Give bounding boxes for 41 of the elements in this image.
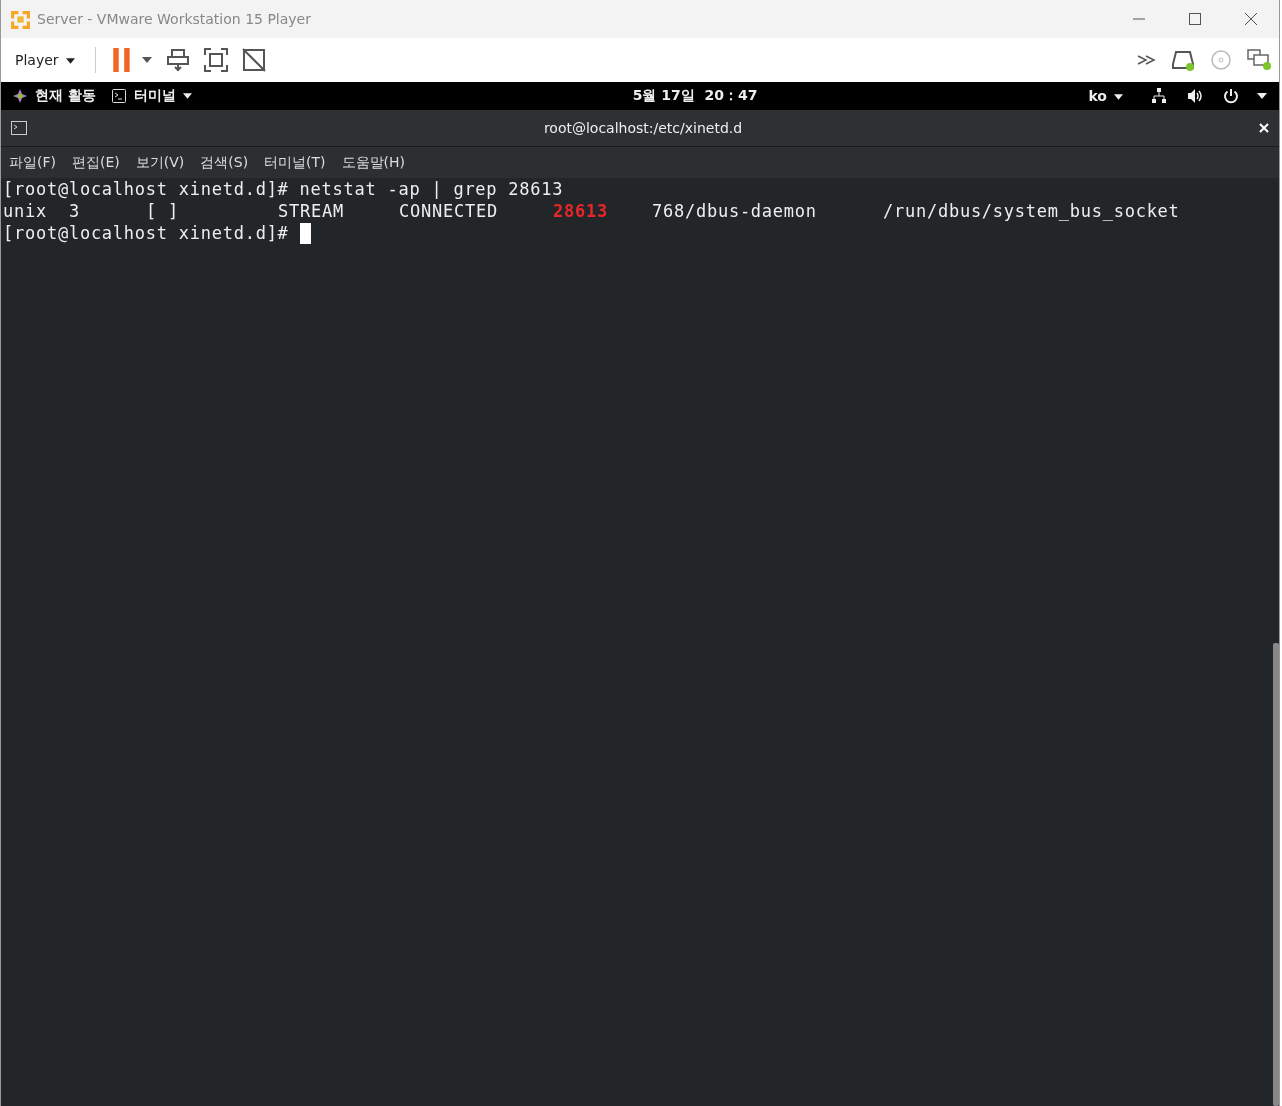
- output-text: 768/dbus-daemon: [652, 200, 818, 222]
- volume-icon[interactable]: [1187, 88, 1203, 104]
- menu-item[interactable]: 편집(E): [72, 153, 120, 172]
- caret-icon[interactable]: [1257, 93, 1267, 99]
- command-text: netstat -ap | grep 28613: [299, 178, 564, 200]
- caret-icon: [65, 58, 75, 64]
- maximize-icon[interactable]: [1189, 13, 1201, 25]
- app-menu[interactable]: 터미널: [133, 87, 192, 105]
- output-text: CONNECTED: [399, 200, 499, 222]
- activities-label[interactable]: 현재 활동: [35, 87, 96, 105]
- power-icon[interactable]: [1223, 88, 1239, 104]
- scrollbar-thumb[interactable]: [1273, 643, 1279, 1106]
- close-icon[interactable]: [1245, 13, 1257, 25]
- prompt: [root@localhost xinetd.d]#: [3, 178, 289, 200]
- clock[interactable]: 5월 17일 20：47: [632, 87, 758, 105]
- player-menu-button[interactable]: Player: [9, 48, 81, 72]
- menu-item[interactable]: 보기(V): [135, 153, 185, 172]
- window-title: Server - VMware Workstation 15 Player: [37, 11, 311, 27]
- terminal-app-icon: [111, 89, 126, 103]
- terminal-title: root@localhost:/etc/xinetd.d: [542, 120, 744, 136]
- output-text: 28613: [553, 200, 609, 222]
- output-text: /run/dbus/system_bus_socket: [883, 200, 1181, 222]
- menu-item[interactable]: 터미널(T): [264, 153, 326, 172]
- output-text: 3: [69, 200, 81, 222]
- activities-logo-icon[interactable]: [13, 89, 27, 103]
- caret-icon: [182, 93, 192, 99]
- network-icon[interactable]: [1151, 88, 1167, 104]
- prompt: [root@localhost xinetd.d]#: [3, 222, 289, 244]
- menu-item[interactable]: 도움말(H): [341, 153, 406, 172]
- fullscreen-icon[interactable]: [203, 48, 228, 72]
- output-text: [ ]: [146, 200, 180, 222]
- app-logo-icon: [10, 8, 31, 30]
- output-text: unix: [3, 200, 48, 222]
- input-method-menu[interactable]: ko: [1088, 88, 1123, 104]
- menu-item[interactable]: 검색(S): [200, 153, 249, 172]
- double-chevron-icon[interactable]: [1137, 53, 1157, 67]
- output-text: STREAM: [278, 200, 345, 222]
- caret-icon: [1114, 94, 1123, 100]
- terminal-icon: [11, 121, 27, 135]
- caret-icon[interactable]: [141, 57, 152, 63]
- menu-item[interactable]: 파일(F): [9, 153, 56, 172]
